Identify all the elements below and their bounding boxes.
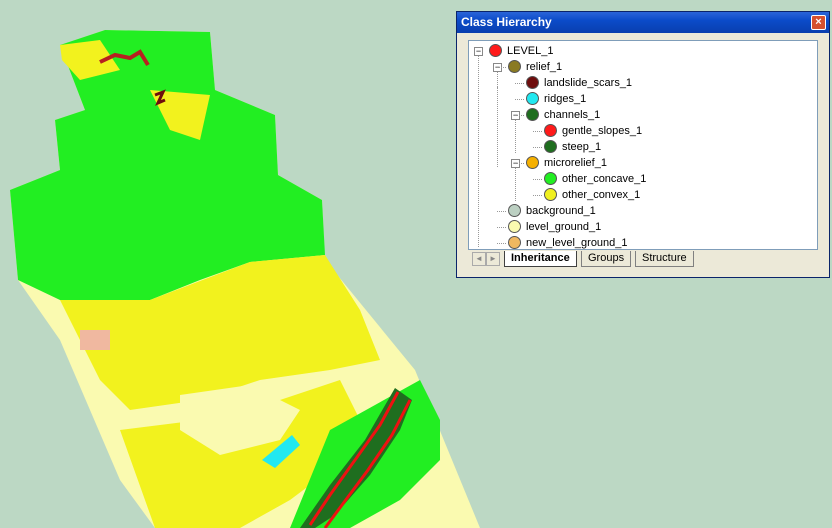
tree-connector (515, 99, 524, 100)
tree-node-label: LEVEL_1 (507, 45, 554, 57)
tree-node-level-1[interactable]: LEVEL_1 (489, 43, 553, 59)
tree-expander-level-1[interactable]: − (474, 47, 483, 56)
tree-connector (478, 55, 479, 247)
tab-scroll-left-button[interactable]: ◄ (472, 252, 486, 266)
class-color-icon (508, 59, 521, 73)
tree-node-label: ridges_1 (544, 93, 587, 105)
class-color-icon (544, 123, 557, 137)
tree-connector (533, 147, 542, 148)
tree-node-ridges-1[interactable]: ridges_1 (526, 91, 586, 107)
tree-connector (533, 131, 542, 132)
tab-groups[interactable]: Groups (581, 251, 632, 267)
tree-node-label: landslide_scars_1 (544, 77, 633, 89)
tree-connector (515, 119, 516, 153)
tree-node-new-level-ground-1[interactable]: new_level_ground_1 (508, 235, 628, 249)
tree-node-label: level_ground_1 (526, 221, 602, 233)
tree-node-label: background_1 (526, 205, 596, 217)
tree-connector (533, 179, 542, 180)
class-hierarchy-window: Class Hierarchy × − LEVEL_1− relief_1 lands… (456, 11, 830, 278)
tree-node-label: microrelief_1 (544, 157, 607, 169)
tab-structure[interactable]: Structure (635, 251, 694, 267)
window-title: Class Hierarchy (461, 15, 552, 29)
class-color-icon (544, 171, 557, 185)
tree-connector (497, 243, 506, 244)
tree-node-relief-1[interactable]: relief_1 (508, 59, 562, 75)
tree-connector (515, 115, 524, 116)
tree-connector (497, 87, 498, 127)
class-color-icon (508, 219, 521, 233)
tree-node-label: other_concave_1 (562, 173, 647, 185)
class-color-icon (544, 187, 557, 201)
class-color-icon (508, 203, 521, 217)
tree-node-landslide-scars-1[interactable]: landslide_scars_1 (526, 75, 632, 91)
tree-node-other-convex-1[interactable]: other_convex_1 (544, 187, 640, 203)
tree-node-label: gentle_slopes_1 (562, 125, 643, 137)
close-button[interactable]: × (811, 15, 826, 30)
tree-connector (515, 83, 524, 84)
tree-connector (533, 195, 542, 196)
class-color-icon (526, 155, 539, 169)
class-color-icon (489, 43, 502, 57)
tab-strip: ◄ ► Inheritance Groups Structure (468, 251, 818, 269)
window-titlebar[interactable]: Class Hierarchy × (457, 12, 829, 33)
tree-connector (497, 67, 506, 68)
class-color-icon (544, 139, 557, 153)
tree-node-label: steep_1 (562, 141, 602, 153)
tree-node-label: relief_1 (526, 61, 563, 73)
class-tree[interactable]: − LEVEL_1− relief_1 landslide_scars_1 ridges… (468, 40, 818, 250)
tree-node-label: channels_1 (544, 109, 601, 121)
tree-node-steep-1[interactable]: steep_1 (544, 139, 601, 155)
tree-node-channels-1[interactable]: channels_1 (526, 107, 600, 123)
tree-node-label: new_level_ground_1 (526, 237, 628, 249)
tree-connector (515, 167, 516, 201)
tab-scroll-right-button[interactable]: ► (486, 252, 500, 266)
tree-connector (515, 163, 524, 164)
tab-inheritance[interactable]: Inheritance (504, 251, 577, 267)
tree-node-label: other_convex_1 (562, 189, 641, 201)
class-color-icon (526, 91, 539, 105)
tree-node-other-concave-1[interactable]: other_concave_1 (544, 171, 646, 187)
tree-node-background-1[interactable]: background_1 (508, 203, 596, 219)
tree-node-gentle-slopes-1[interactable]: gentle_slopes_1 (544, 123, 642, 139)
map-salmon-patch (80, 330, 110, 350)
tree-connector (497, 227, 506, 228)
class-color-icon (508, 235, 521, 249)
class-color-icon (526, 107, 539, 121)
class-color-icon (526, 75, 539, 89)
tree-node-level-ground-1[interactable]: level_ground_1 (508, 219, 601, 235)
tree-node-microrelief-1[interactable]: microrelief_1 (526, 155, 607, 171)
tree-connector (497, 211, 506, 212)
